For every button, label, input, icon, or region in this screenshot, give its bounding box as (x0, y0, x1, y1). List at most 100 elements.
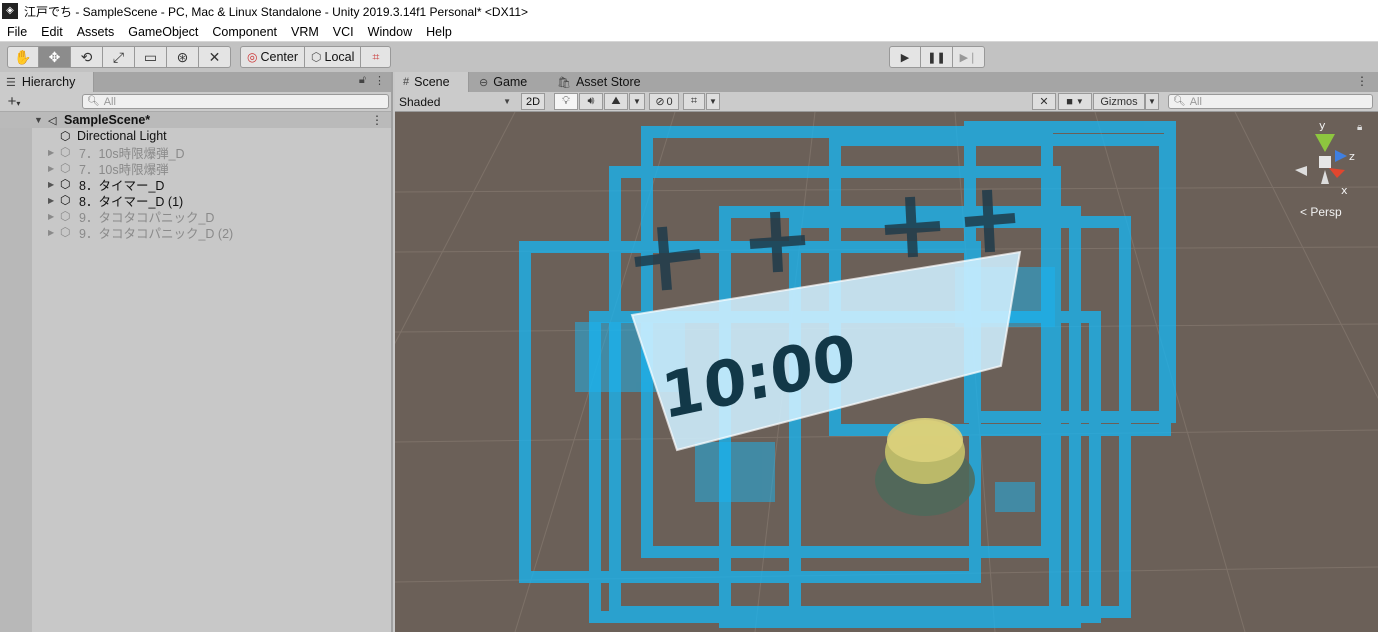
grid-snap-icon: ⌗ (372, 49, 380, 64)
menu-component[interactable]: Component (205, 22, 284, 42)
menu-assets[interactable]: Assets (70, 22, 122, 42)
chevron-down-icon: ▼ (709, 97, 717, 106)
tab-hierarchy[interactable]: ☰ Hierarchy (0, 72, 94, 92)
pivot-rotation-button[interactable]: ⬡ Local (305, 46, 362, 68)
hierarchy-item[interactable]: ▶ ⬡ 9．タコタコパニック_D (2) (0, 224, 391, 241)
list-icon: ☰ (6, 76, 16, 89)
hierarchy-item-label: Directional Light (77, 129, 167, 143)
hand-tool-button[interactable]: ✋ (7, 46, 39, 68)
custom-tool-button[interactable]: ✕ (199, 46, 231, 68)
hierarchy-item[interactable]: ▶ ⬡ 8．タイマー_D (0, 176, 391, 193)
play-button[interactable]: ▶ (889, 46, 921, 68)
scale-tool-button[interactable]: ⤢ (103, 46, 135, 68)
grid-snap-button[interactable]: ⌗ (361, 46, 392, 68)
camera-dropdown[interactable]: ■ ▼ (1058, 93, 1092, 110)
rotate-tool-icon: ⟲ (80, 48, 93, 65)
grid-toggle[interactable]: ⌗ (683, 93, 705, 110)
gizmos-dropdown[interactable]: ▼ (1145, 93, 1159, 110)
grid-dropdown[interactable]: ▼ (706, 93, 720, 110)
gameobject-cube-icon: ⬡ (60, 225, 71, 239)
speaker-icon: 🔊︎ (587, 95, 595, 107)
gameobject-cube-icon: ⬡ (60, 209, 71, 223)
scene-tab-label: Scene (414, 75, 450, 89)
collapse-arrow-icon[interactable]: ▶ (48, 228, 54, 237)
scene-search-input[interactable]: 🔍︎ All (1168, 94, 1373, 109)
projection-toggle[interactable]: < Persp (1300, 205, 1342, 219)
collapse-arrow-icon[interactable]: ▶ (48, 148, 54, 157)
draw-mode-label: Shaded (399, 94, 441, 109)
axis-x-icon[interactable] (1329, 168, 1345, 178)
hierarchy-item[interactable]: ▶ ⬡ 7．10s時限爆弾 (0, 160, 391, 177)
shopping-bag-icon: 🛍︎ (557, 76, 571, 89)
hidden-objects-toggle[interactable]: ⊘ 0 (649, 93, 679, 110)
kebab-menu-icon[interactable]: ⋮ (1356, 74, 1368, 88)
collapse-arrow-icon[interactable]: ▶ (48, 164, 54, 173)
transform-tool-button[interactable]: ⊛ (167, 46, 199, 68)
axis-y-icon[interactable] (1315, 134, 1335, 152)
menu-vrm[interactable]: VRM (284, 22, 326, 42)
menu-window[interactable]: Window (361, 22, 419, 42)
gameobject-cube-icon: ⬡ (60, 161, 71, 175)
lock-icon[interactable]: 🔓︎ (359, 74, 366, 87)
axis-z-icon[interactable] (1335, 150, 1347, 162)
effects-toggle[interactable]: ⛰ (604, 93, 628, 110)
projection-label: Persp (1310, 205, 1342, 219)
kebab-menu-icon[interactable]: ⋮ (371, 113, 383, 127)
pivot-rotation-label: Local (324, 50, 355, 64)
scene-tabbar: # Scene ⊖ Game 🛍︎ Asset Store ⋮ (395, 72, 1378, 92)
step-button[interactable]: ▶❘ (953, 46, 985, 68)
expand-arrow-icon[interactable]: ▼ (34, 115, 43, 125)
tools-toggle[interactable]: ✕ (1032, 93, 1056, 110)
menu-bar: File Edit Assets GameObject Component VR… (0, 22, 1378, 42)
chevron-down-icon: ▼ (503, 97, 511, 106)
hierarchy-search-input[interactable]: 🔍︎ All (82, 94, 389, 109)
pause-button[interactable]: ❚❚ (921, 46, 953, 68)
menu-vci[interactable]: VCI (326, 22, 361, 42)
tab-game[interactable]: ⊖ Game (471, 72, 535, 92)
search-icon: 🔍︎ (87, 96, 100, 107)
rotate-tool-button[interactable]: ⟲ (71, 46, 103, 68)
gizmos-button[interactable]: Gizmos (1093, 93, 1145, 110)
hierarchy-item[interactable]: ⬡ Directional Light (0, 128, 391, 144)
chevron-down-icon: ▼ (1148, 97, 1156, 106)
hierarchy-item[interactable]: ▶ ⬡ 7．10s時限爆弾_D (0, 144, 391, 161)
scene-panel: # Scene ⊖ Game 🛍︎ Asset Store ⋮ Shaded ▼… (395, 72, 1378, 632)
scene-header-row[interactable]: ▼ ◁ SampleScene* ⋮ (0, 112, 391, 128)
rect-tool-button[interactable]: ▭ (135, 46, 167, 68)
camera-icon: ■ (1066, 95, 1073, 108)
menu-edit[interactable]: Edit (34, 22, 70, 42)
menu-gameobject[interactable]: GameObject (121, 22, 205, 42)
orientation-gizmo[interactable] (1295, 134, 1347, 184)
move-tool-button[interactable]: ✥ (39, 46, 71, 68)
lock-icon[interactable]: 🔒︎ (1357, 122, 1362, 133)
create-dropdown-button[interactable]: +▾ (0, 93, 28, 110)
pivot-mode-button[interactable]: ◎ Center (240, 46, 306, 68)
gameobject-cube-icon: ⬡ (60, 193, 71, 207)
cube-local-icon: ⬡ (311, 50, 322, 64)
menu-file[interactable]: File (0, 22, 34, 42)
lighting-toggle[interactable]: 💡︎ (554, 93, 578, 110)
tab-scene[interactable]: # Scene (395, 72, 469, 92)
collapse-arrow-icon[interactable]: ▶ (48, 180, 54, 189)
audio-toggle[interactable]: 🔊︎ (579, 93, 603, 110)
hierarchy-tree: ▼ ◁ SampleScene* ⋮ ⬡ Directional Light ▶… (0, 112, 391, 632)
scale-tool-icon: ⤢ (112, 48, 125, 65)
hierarchy-search-placeholder: All (103, 95, 116, 108)
eye-slash-icon: ⊘ (655, 96, 665, 108)
effects-dropdown[interactable]: ▼ (629, 93, 645, 110)
hand-tool-icon: ✋ (14, 48, 32, 65)
asset-store-tab-label: Asset Store (575, 75, 641, 89)
grid-icon: ⌗ (690, 95, 698, 107)
kebab-menu-icon[interactable]: ⋮ (374, 74, 385, 87)
main-toolbar: ✋ ✥ ⟲ ⤢ ▭ ⊛ ✕ ◎ Center ⬡ Local ⌗ ▶ ❚❚ ▶❘ (0, 42, 1378, 72)
pivot-controls: ◎ Center ⬡ Local ⌗ (240, 46, 392, 68)
collapse-arrow-icon[interactable]: ▶ (48, 196, 54, 205)
menu-help[interactable]: Help (419, 22, 459, 42)
collapse-arrow-icon[interactable]: ▶ (48, 212, 54, 221)
hierarchy-item-label: 9．タコタコパニック_D (2) (79, 226, 234, 241)
tab-asset-store[interactable]: 🛍︎ Asset Store (549, 72, 649, 92)
toggle-2d-button[interactable]: 2D (521, 93, 545, 110)
draw-mode-dropdown[interactable]: Shaded ▼ (397, 93, 515, 110)
scene-viewport[interactable]: 10:00 y z x 🔒︎ < Persp (395, 112, 1378, 632)
gameobject-cube-icon: ⬡ (60, 177, 71, 191)
